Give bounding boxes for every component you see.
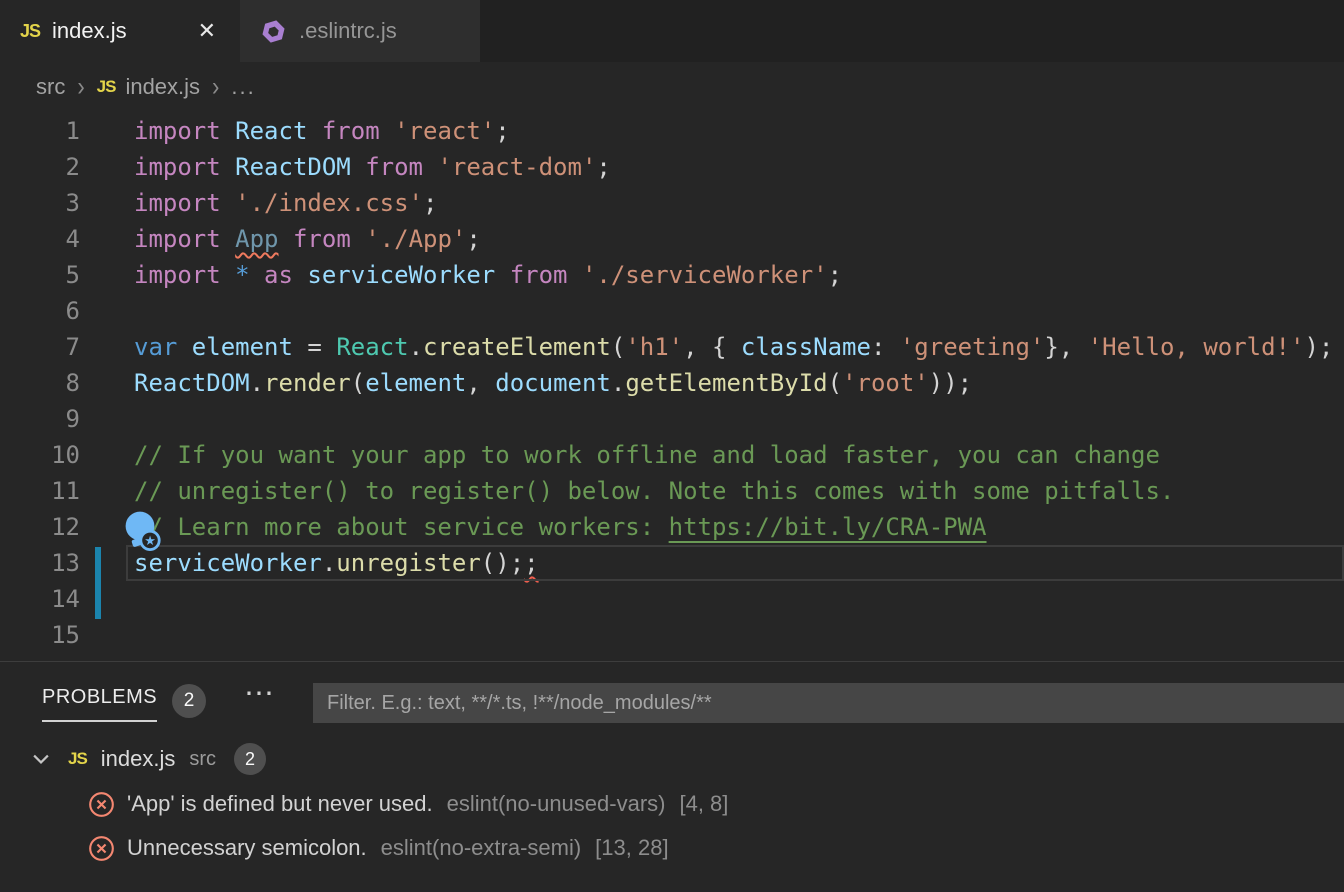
problems-filter-input[interactable]: [313, 683, 1344, 723]
star-glyph: ★: [144, 533, 155, 548]
code-text: ReactDOM.render(element, document.getEle…: [134, 365, 972, 401]
breadcrumb: src › JS index.js › ...: [0, 62, 1344, 112]
line-number: 5: [0, 257, 80, 293]
problems-panel: PROBLEMS 2 ⋯ JS index.js src 2 'App' is …: [0, 661, 1344, 892]
code-line[interactable]: 9: [0, 401, 1344, 437]
line-number: 12: [0, 509, 80, 545]
quick-fix-lightbulb-icon[interactable]: ★: [122, 510, 164, 552]
tab-index-js[interactable]: JS index.js ✕: [0, 0, 240, 62]
code-line[interactable]: 10 // If you want your app to work offlin…: [0, 437, 1344, 473]
problem-message: 'App' is defined but never used.: [127, 791, 433, 817]
more-actions-icon[interactable]: ⋯: [244, 676, 276, 711]
code-line[interactable]: 1 import React from 'react';: [0, 113, 1344, 149]
line-number: 2: [0, 149, 80, 185]
code-editor[interactable]: 1 import React from 'react'; 2 import React…: [0, 112, 1344, 661]
tab-problems[interactable]: PROBLEMS: [42, 686, 157, 722]
code-text: import './index.css';: [134, 185, 437, 221]
code-text: // If you want your app to work offline …: [134, 437, 1160, 473]
line-number: 3: [0, 185, 80, 221]
line-number: 7: [0, 329, 80, 365]
problems-count-badge: 2: [172, 684, 206, 718]
js-icon: JS: [68, 749, 87, 769]
line-number: 10: [0, 437, 80, 473]
code-line[interactable]: 6: [0, 293, 1344, 329]
tab-bar: JS index.js ✕ .eslintrc.js: [0, 0, 1344, 62]
problem-position: [4, 8]: [679, 791, 728, 817]
code-line[interactable]: 8 ReactDOM.render(element, document.getEl…: [0, 365, 1344, 401]
chevron-right-icon: ›: [212, 71, 219, 102]
code-line[interactable]: 2 import ReactDOM from 'react-dom';: [0, 149, 1344, 185]
problem-row[interactable]: 'App' is defined but never used. eslint(…: [88, 783, 728, 825]
line-number: 1: [0, 113, 80, 149]
code-line[interactable]: 11 // unregister() to register() below. N…: [0, 473, 1344, 509]
problems-file-name: index.js: [101, 746, 176, 772]
code-text: // Learn more about service workers: htt…: [134, 509, 987, 545]
code-text: // unregister() to register() below. Not…: [134, 473, 1174, 509]
problem-source: eslint(no-unused-vars): [447, 791, 666, 817]
tab-label: index.js: [52, 18, 127, 44]
code-line[interactable]: 5 import * as serviceWorker from './servi…: [0, 257, 1344, 293]
breadcrumb-file[interactable]: index.js: [125, 74, 200, 100]
code-text: import React from 'react';: [134, 113, 510, 149]
js-icon: JS: [97, 77, 116, 97]
code-text: var element = React.createElement('h1', …: [134, 329, 1333, 365]
problem-position: [13, 28]: [595, 835, 668, 861]
current-line-highlight: [126, 545, 1344, 581]
code-line[interactable]: 3 import './index.css';: [0, 185, 1344, 221]
gutter-modified-indicator: [95, 547, 101, 619]
line-number: 15: [0, 617, 80, 653]
breadcrumb-folder[interactable]: src: [36, 74, 65, 100]
line-number: 9: [0, 401, 80, 437]
js-icon: JS: [20, 21, 40, 42]
problem-row[interactable]: Unnecessary semicolon. eslint(no-extra-s…: [88, 827, 669, 869]
line-number: 13: [0, 545, 80, 581]
code-line[interactable]: 15: [0, 617, 1344, 653]
chevron-right-icon: ›: [77, 71, 84, 102]
close-icon[interactable]: ✕: [194, 16, 220, 46]
eslint-icon: [260, 18, 287, 45]
line-number: 6: [0, 293, 80, 329]
problems-file-folder: src: [189, 748, 216, 771]
problem-message: Unnecessary semicolon.: [127, 835, 367, 861]
chevron-down-icon[interactable]: [30, 748, 52, 770]
code-line[interactable]: 12 // Learn more about service workers: h…: [0, 509, 1344, 545]
tab-label: .eslintrc.js: [299, 18, 397, 44]
code-line[interactable]: 7 var element = React.createElement('h1',…: [0, 329, 1344, 365]
problems-file-row[interactable]: JS index.js src 2: [30, 739, 266, 779]
line-number: 8: [0, 365, 80, 401]
code-text: import * as serviceWorker from './servic…: [134, 257, 842, 293]
problems-title: PROBLEMS: [42, 686, 157, 708]
breadcrumb-symbol-ellipsis[interactable]: ...: [231, 74, 255, 100]
code-text: import ReactDOM from 'react-dom';: [134, 149, 611, 185]
code-text: import App from './App';: [134, 221, 481, 257]
error-icon: [88, 835, 115, 862]
code-line[interactable]: 4 import App from './App';: [0, 221, 1344, 257]
line-number: 4: [0, 221, 80, 257]
error-icon: [88, 791, 115, 818]
file-problems-count-badge: 2: [234, 743, 266, 775]
tab-eslintrc-js[interactable]: .eslintrc.js: [240, 0, 480, 62]
comment-link[interactable]: https://bit.ly/CRA-PWA: [669, 513, 987, 541]
code-line[interactable]: 14: [0, 581, 1344, 617]
line-number: 14: [0, 581, 80, 617]
line-number: 11: [0, 473, 80, 509]
problem-source: eslint(no-extra-semi): [381, 835, 582, 861]
